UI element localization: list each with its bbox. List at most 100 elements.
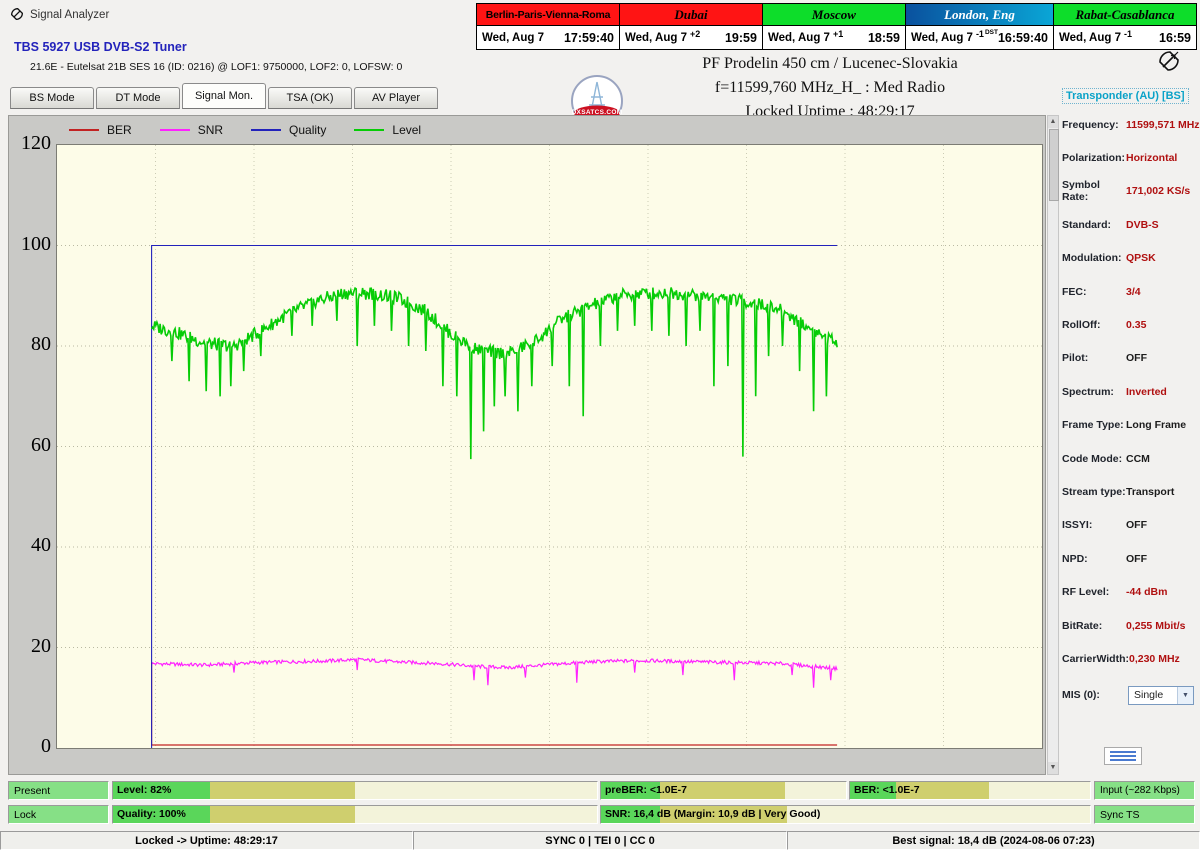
clock-city-label: London, Eng [904, 3, 1054, 26]
scroll-down-arrow[interactable]: ▼ [1048, 762, 1058, 774]
chart-vertical-scrollbar[interactable]: ▲ ▼ [1047, 115, 1059, 775]
y-axis-tick-label: 120 [21, 132, 51, 154]
transponder-rows: Frequency: 11599,571 MHz Polarization: Hori… [1062, 108, 1200, 676]
clock-utc-offset: +2 [689, 28, 701, 39]
statusbar-sync-text: SYNC 0 | TEI 0 | CC 0 [545, 834, 655, 847]
y-axis-tick-label: 80 [31, 333, 51, 355]
transponder-row: Spectrum: Inverted [1062, 375, 1196, 408]
level-line-swatch [354, 129, 385, 131]
clock-date: Wed, Aug 7 [910, 31, 973, 44]
y-axis-tick-label: 100 [21, 232, 51, 255]
tab-tsa-ok[interactable]: TSA (OK) [268, 87, 352, 109]
tab-bs-mode[interactable]: BS Mode [10, 87, 94, 109]
satellite-signal-icon [1156, 48, 1182, 79]
quality-label: Quality: 100% [117, 808, 186, 820]
snr-bar: SNR: 16,4 dB (Margin: 10,9 dB | Very Goo… [600, 805, 1091, 824]
lock-indicator: Lock [8, 805, 109, 824]
transponder-field-value: Horizontal [1126, 152, 1178, 165]
transponder-field-value: Long Frame [1126, 419, 1187, 432]
ber-line-swatch [69, 129, 99, 131]
transponder-field-label: NPD: [1062, 552, 1088, 565]
tuner-subtitle: 21.6E - Eutelsat 21B SES 16 (ID: 0216) @… [30, 61, 403, 73]
transponder-field-value: -44 dBm [1126, 586, 1168, 599]
transponder-field-value: 0,255 Mbit/s [1126, 619, 1186, 632]
clock-city-label: Moscow [761, 3, 906, 26]
clock-time-value: 18:59 [867, 30, 900, 45]
statusbar: Locked -> Uptime: 48:29:17 SYNC 0 | TEI … [0, 831, 1200, 850]
mis-selected-value: Single [1134, 689, 1164, 702]
clock-dst-label: DST [984, 29, 998, 36]
signal-chart-panel: BER SNR Quality Level 0 20 40 60 80 100 120 [8, 115, 1046, 775]
statusbar-uptime-text: Locked -> Uptime: 48:29:17 [135, 834, 278, 847]
scrollbar-thumb[interactable] [1049, 129, 1059, 201]
transponder-field-label: Frame Type: [1062, 419, 1124, 432]
transponder-field-label: Spectrum: [1062, 385, 1114, 398]
input-rate-indicator: Input (~282 Kbps) [1094, 781, 1195, 800]
mis-label: MIS (0): [1062, 689, 1100, 702]
transponder-field-value: OFF [1126, 352, 1147, 365]
clock-utc-offset: +1 [832, 28, 844, 39]
clock-time-value: 16:59 [1159, 30, 1191, 45]
clock-column: Berlin-Paris-Vienna-Roma Wed, Aug 7 17:59:… [476, 3, 620, 50]
level-bar-fill-yellow [209, 782, 355, 799]
clock-city-label: Rabat-Casablanca [1053, 3, 1197, 26]
transponder-field-label: CarrierWidth: [1062, 652, 1129, 665]
clock-city-label: Berlin-Paris-Vienna-Roma [476, 3, 620, 26]
statusbar-best-signal-text: Best signal: 18,4 dB (2024-08-06 07:23) [892, 834, 1095, 847]
scroll-up-arrow[interactable]: ▲ [1048, 116, 1058, 128]
transponder-field-value: 0,230 MHz [1129, 652, 1180, 665]
signal-analyzer-window: Signal Analyzer Berlin-Paris-Vienna-Roma… [0, 0, 1200, 850]
transponder-field-value: Inverted [1126, 385, 1167, 398]
transponder-field-value: Transport [1126, 485, 1175, 498]
chevron-down-icon[interactable]: ▼ [1177, 686, 1193, 704]
transponder-field-label: ISSYI: [1062, 519, 1093, 532]
transponder-row: CarrierWidth: 0,230 MHz [1062, 642, 1196, 675]
list-icon [1110, 750, 1136, 762]
snr-label: SNR: 16,4 dB (Margin: 10,9 dB | Very Goo… [605, 808, 821, 820]
transponder-field-value: OFF [1126, 552, 1147, 565]
level-bar: Level: 82% [112, 781, 598, 800]
transponder-field-label: Polarization: [1062, 152, 1126, 165]
world-clocks: Berlin-Paris-Vienna-Roma Wed, Aug 7 17:59:… [476, 3, 1197, 50]
transponder-row: FEC: 3/4 [1062, 275, 1196, 308]
legend-label: BER [107, 123, 132, 137]
tab-signal-mon[interactable]: Signal Mon. [182, 83, 266, 109]
transponder-field-value: 0.35 [1126, 319, 1147, 332]
clock-datetime: Wed, Aug 7 +2 19:59 [618, 25, 763, 50]
mis-row: MIS (0): Single ▼ [1062, 685, 1196, 705]
legend-item-snr: SNR [159, 123, 223, 137]
transponder-row: Standard: DVB-S [1062, 208, 1196, 241]
tuner-title: TBS 5927 USB DVB-S2 Tuner [14, 40, 187, 54]
clock-date: Wed, Aug 7 [624, 31, 687, 44]
clock-datetime: Wed, Aug 7 -1 DST 16:59:40 [904, 25, 1054, 50]
tab-dt-mode[interactable]: DT Mode [96, 87, 180, 109]
transponder-row: ISSYI: OFF [1062, 509, 1196, 542]
y-axis-tick-label: 0 [41, 735, 51, 757]
clock-utc-offset: -1 [975, 28, 984, 39]
preber-bar: preBER: <1.0E-7 [600, 781, 847, 800]
quality-bar: Quality: 100% [112, 805, 598, 824]
y-axis-tick-label: 40 [31, 534, 51, 556]
clock-column: Rabat-Casablanca Wed, Aug 7 -1 16:59 [1053, 3, 1197, 50]
y-axis-tick-label: 20 [31, 634, 51, 657]
transponder-title: Transponder (AU) [BS] [1062, 88, 1189, 104]
clock-date: Wed, Aug 7 [767, 31, 830, 44]
transponder-field-value: CCM [1126, 452, 1150, 465]
transponder-field-label: Standard: [1062, 218, 1112, 231]
lock-label: Lock [14, 808, 37, 821]
satellite-dish-icon [9, 6, 25, 27]
frequency-line: f=11599,760 MHz_H_ : Med Radio [714, 79, 946, 96]
transponder-row: Modulation: QPSK [1062, 242, 1196, 275]
mis-dropdown[interactable]: Single ▼ [1128, 685, 1194, 705]
quality-line-swatch [251, 129, 282, 131]
clock-column: Dubai Wed, Aug 7 +2 19:59 [618, 3, 763, 50]
transponder-field-label: Pilot: [1062, 352, 1089, 365]
table-view-button[interactable] [1104, 747, 1142, 765]
transponder-row: Code Mode: CCM [1062, 442, 1196, 475]
quality-bar-fill-yellow [209, 806, 355, 823]
transponder-row: RollOff: 0.35 [1062, 308, 1196, 341]
tab-av-player[interactable]: AV Player [354, 87, 438, 109]
transponder-field-value: 3/4 [1126, 285, 1141, 298]
sync-ts-indicator: Sync TS [1094, 805, 1195, 824]
clock-column: London, Eng Wed, Aug 7 -1 DST 16:59:40 [904, 3, 1054, 50]
